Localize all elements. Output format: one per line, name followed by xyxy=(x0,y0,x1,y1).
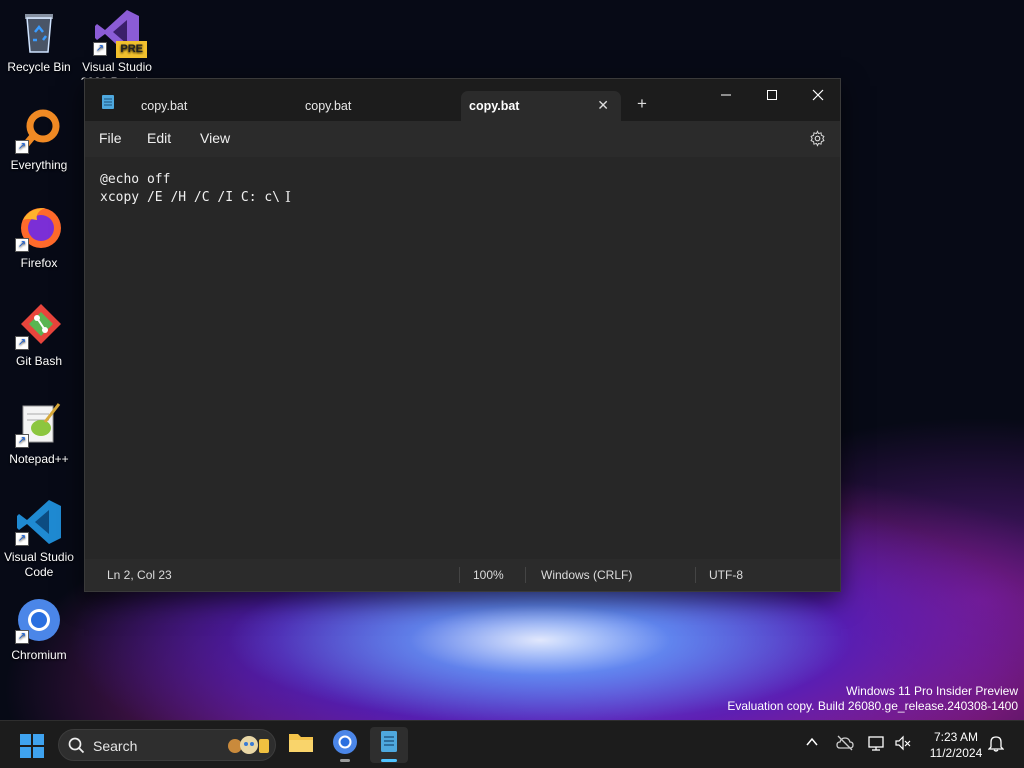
maximize-button[interactable] xyxy=(749,83,795,115)
desktop-icon-visual-studio[interactable]: PRE ↗ Visual Studio 2022 Preview xyxy=(78,8,156,80)
watermark-line-1: Windows 11 Pro Insider Preview xyxy=(846,684,1018,698)
taskbar-notepad[interactable] xyxy=(370,727,408,763)
desktop-icon-recycle-bin[interactable]: Recycle Bin xyxy=(0,8,78,75)
tab-copy-bat-1[interactable]: copy.bat xyxy=(129,91,294,121)
tab-label: copy.bat xyxy=(305,99,352,113)
folder-icon xyxy=(289,734,313,752)
menu-bar: File Edit View xyxy=(85,121,840,157)
zoom-level[interactable]: 100% xyxy=(473,568,504,582)
desktop-icon-firefox[interactable]: ↗ Firefox xyxy=(0,204,78,271)
tab-copy-bat-2[interactable]: copy.bat xyxy=(293,91,458,121)
menu-edit[interactable]: Edit xyxy=(147,130,171,146)
search-highlight-icon xyxy=(225,733,273,764)
shortcut-arrow-icon: ↗ xyxy=(15,336,29,350)
notification-bell-icon[interactable] xyxy=(987,734,1005,755)
preview-badge: PRE xyxy=(116,41,147,58)
clock-date: 11/2/2024 xyxy=(929,746,983,760)
active-indicator xyxy=(381,759,397,762)
network-icon[interactable] xyxy=(868,735,886,754)
title-bar[interactable]: copy.bat copy.bat copy.bat ✕ + xyxy=(85,79,840,121)
notepad-window[interactable]: copy.bat copy.bat copy.bat ✕ + File Edit… xyxy=(84,78,841,592)
desktop-icon-label: Chromium xyxy=(11,648,67,662)
recycle-bin-icon xyxy=(15,8,63,56)
notepad-app-icon xyxy=(101,94,115,115)
tab-label: copy.bat xyxy=(469,99,520,113)
desktop-icon-notepad-plus-plus[interactable]: ↗ Notepad++ xyxy=(0,400,78,467)
chromium-icon: ↗ xyxy=(15,596,63,644)
system-clock[interactable]: 7:23 AM 11/2/2024 xyxy=(920,729,992,761)
shortcut-arrow-icon: ↗ xyxy=(93,42,107,56)
tab-label: copy.bat xyxy=(141,99,188,113)
vscode-icon: ↗ xyxy=(15,498,63,546)
desktop-icon-chromium[interactable]: ↗ Chromium xyxy=(0,596,78,663)
windows-watermark: Windows 11 Pro Insider Preview Evaluatio… xyxy=(727,684,1018,714)
windows-logo-icon xyxy=(20,734,44,758)
maximize-icon xyxy=(767,90,777,100)
text-cursor-icon: I xyxy=(285,188,291,206)
cursor-position: Ln 2, Col 23 xyxy=(107,568,172,582)
desktop-icon-label: Recycle Bin xyxy=(7,60,71,74)
text-editor-area[interactable]: @echo off xcopy /E /H /C /I C: c\ I xyxy=(85,157,840,561)
watermark-line-2: Evaluation copy. Build 26080.ge_release.… xyxy=(727,699,1018,713)
taskbar-file-explorer[interactable] xyxy=(282,727,320,763)
notepad-icon xyxy=(381,731,397,752)
code-line-2: xcopy /E /H /C /I C: c\ xyxy=(100,190,281,205)
close-tab-icon[interactable]: ✕ xyxy=(597,97,609,114)
tab-copy-bat-active[interactable]: copy.bat ✕ xyxy=(461,91,621,121)
minimize-icon xyxy=(721,94,731,96)
desktop-icon-label: Visual Studio 2022 Preview xyxy=(81,60,154,80)
menu-file[interactable]: File xyxy=(99,130,122,146)
volume-muted-icon[interactable] xyxy=(894,735,912,754)
new-tab-button[interactable]: + xyxy=(637,94,647,114)
notepad-plus-plus-icon: ↗ xyxy=(15,400,63,448)
desktop-icon-git-bash[interactable]: ↗ Git Bash xyxy=(0,302,78,369)
taskbar-chromium[interactable] xyxy=(326,727,364,763)
code-line-1: @echo off xyxy=(100,172,171,187)
taskbar-search-box[interactable]: Search xyxy=(58,729,276,761)
shortcut-arrow-icon: ↗ xyxy=(15,238,29,252)
minimize-button[interactable] xyxy=(703,83,749,115)
clock-time: 7:23 AM xyxy=(933,730,979,744)
search-placeholder: Search xyxy=(93,738,138,754)
git-bash-icon: ↗ xyxy=(15,302,63,350)
shortcut-arrow-icon: ↗ xyxy=(15,140,29,154)
shortcut-arrow-icon: ↗ xyxy=(15,434,29,448)
status-separator xyxy=(525,567,526,583)
desktop-icon-everything[interactable]: ↗ Everything xyxy=(0,106,78,173)
desktop-icon-label: Notepad++ xyxy=(9,452,69,466)
menu-view[interactable]: View xyxy=(200,130,230,146)
settings-gear-icon[interactable] xyxy=(809,130,826,152)
search-icon xyxy=(68,737,85,759)
onedrive-offline-icon[interactable] xyxy=(836,735,854,754)
close-icon xyxy=(812,89,824,101)
taskbar: Search 7:23 AM 11/2/2024 xyxy=(0,720,1024,768)
status-separator xyxy=(459,567,460,583)
close-window-button[interactable] xyxy=(795,83,841,115)
desktop-icon-label: Visual Studio Code xyxy=(4,550,74,579)
line-ending[interactable]: Windows (CRLF) xyxy=(541,568,632,582)
encoding[interactable]: UTF-8 xyxy=(709,568,743,582)
desktop-icon-label: Firefox xyxy=(20,256,58,270)
show-hidden-icons-chevron-up-icon[interactable] xyxy=(805,735,819,752)
chromium-icon xyxy=(333,730,357,754)
desktop-icon-label: Git Bash xyxy=(15,354,63,368)
running-indicator xyxy=(340,759,350,762)
status-separator xyxy=(695,567,696,583)
status-bar: Ln 2, Col 23 100% Windows (CRLF) UTF-8 xyxy=(85,559,840,591)
shortcut-arrow-icon: ↗ xyxy=(15,630,29,644)
firefox-icon: ↗ xyxy=(15,204,63,252)
shortcut-arrow-icon: ↗ xyxy=(15,532,29,546)
desktop-icon-vscode[interactable]: ↗ Visual Studio Code xyxy=(0,498,78,580)
desktop-icon-label: Everything xyxy=(10,158,68,172)
everything-search-icon: ↗ xyxy=(15,106,63,154)
visual-studio-icon: PRE ↗ xyxy=(93,8,147,58)
start-button[interactable] xyxy=(20,734,44,763)
